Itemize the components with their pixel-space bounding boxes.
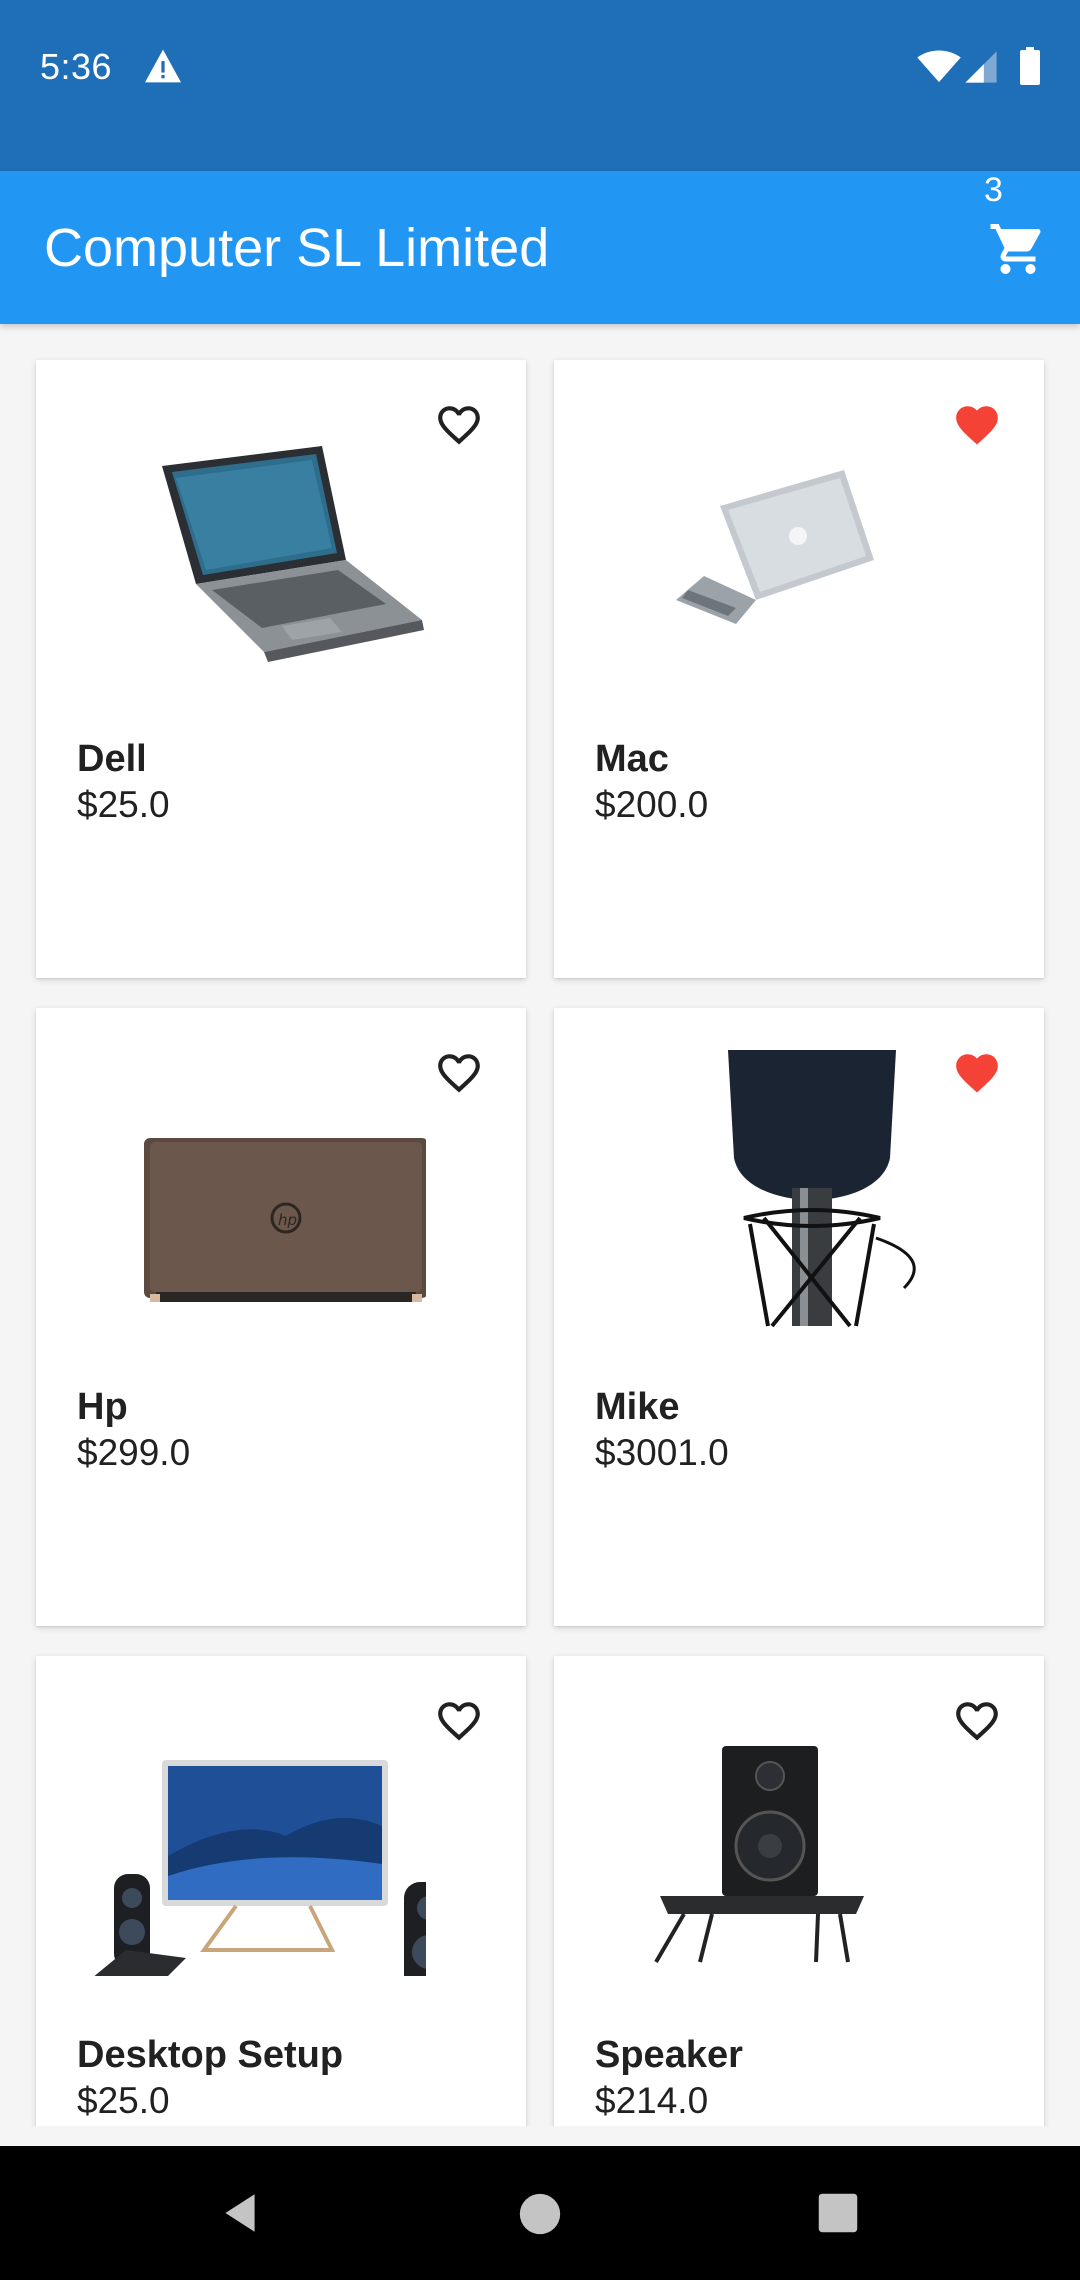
product-card-speaker[interactable]: Speaker $214.0 xyxy=(554,1656,1044,2126)
cell-signal-icon xyxy=(965,51,997,83)
product-price: $299.0 xyxy=(77,1432,191,1473)
favorite-filled-icon[interactable] xyxy=(950,400,1004,450)
product-price: $25.0 xyxy=(77,2080,170,2121)
favorite-filled-icon[interactable] xyxy=(950,1048,1004,1098)
product-card-mac[interactable]: Mac $200.0 xyxy=(554,360,1044,978)
home-icon[interactable] xyxy=(518,2192,562,2236)
app-title: Computer SL Limited xyxy=(44,218,550,278)
product-grid: Dell $25.0 Mac $200.0 hp Hp $299.0 Mike … xyxy=(0,324,1080,2126)
system-navigation-bar xyxy=(0,2146,1080,2280)
product-price: $25.0 xyxy=(77,784,170,825)
product-name: Hp xyxy=(77,1386,128,1428)
product-card-desktop-setup[interactable]: Desktop Setup $25.0 xyxy=(36,1656,526,2126)
recent-apps-icon[interactable] xyxy=(817,2192,859,2234)
microphone-image xyxy=(728,1050,916,1328)
status-bar: 5:36 xyxy=(0,0,1080,171)
product-name: Mac xyxy=(595,738,669,780)
svg-text:hp: hp xyxy=(278,1211,297,1229)
battery-icon xyxy=(1020,47,1040,85)
desktop-setup-image xyxy=(94,1760,426,1976)
product-name: Desktop Setup xyxy=(77,2034,344,2076)
warning-icon xyxy=(145,49,181,83)
product-price: $200.0 xyxy=(595,784,709,825)
back-icon[interactable] xyxy=(215,2188,265,2238)
product-card-hp[interactable]: hp Hp $299.0 xyxy=(36,1008,526,1626)
product-name: Dell xyxy=(77,738,147,780)
laptop-hp-image: hp xyxy=(144,1138,426,1302)
favorite-outline-icon[interactable] xyxy=(950,1696,1004,1746)
favorite-outline-icon[interactable] xyxy=(432,400,486,450)
app-bar: Computer SL Limited 3 xyxy=(0,171,1080,324)
status-time: 5:36 xyxy=(40,46,113,87)
product-card-dell[interactable]: Dell $25.0 xyxy=(36,360,526,978)
laptop-mac-image xyxy=(676,470,874,624)
shopping-cart-icon[interactable] xyxy=(988,219,1048,279)
product-name: Mike xyxy=(595,1386,680,1428)
wifi-icon xyxy=(917,50,961,83)
cart-count-badge: 3 xyxy=(984,171,1003,209)
speaker-image xyxy=(654,1746,864,1964)
product-name: Speaker xyxy=(595,2034,743,2076)
product-card-mike[interactable]: Mike $3001.0 xyxy=(554,1008,1044,1626)
favorite-outline-icon[interactable] xyxy=(432,1048,486,1098)
laptop-dell-image xyxy=(162,446,424,662)
product-price: $214.0 xyxy=(595,2080,709,2121)
product-price: $3001.0 xyxy=(595,1432,729,1473)
favorite-outline-icon[interactable] xyxy=(432,1696,486,1746)
